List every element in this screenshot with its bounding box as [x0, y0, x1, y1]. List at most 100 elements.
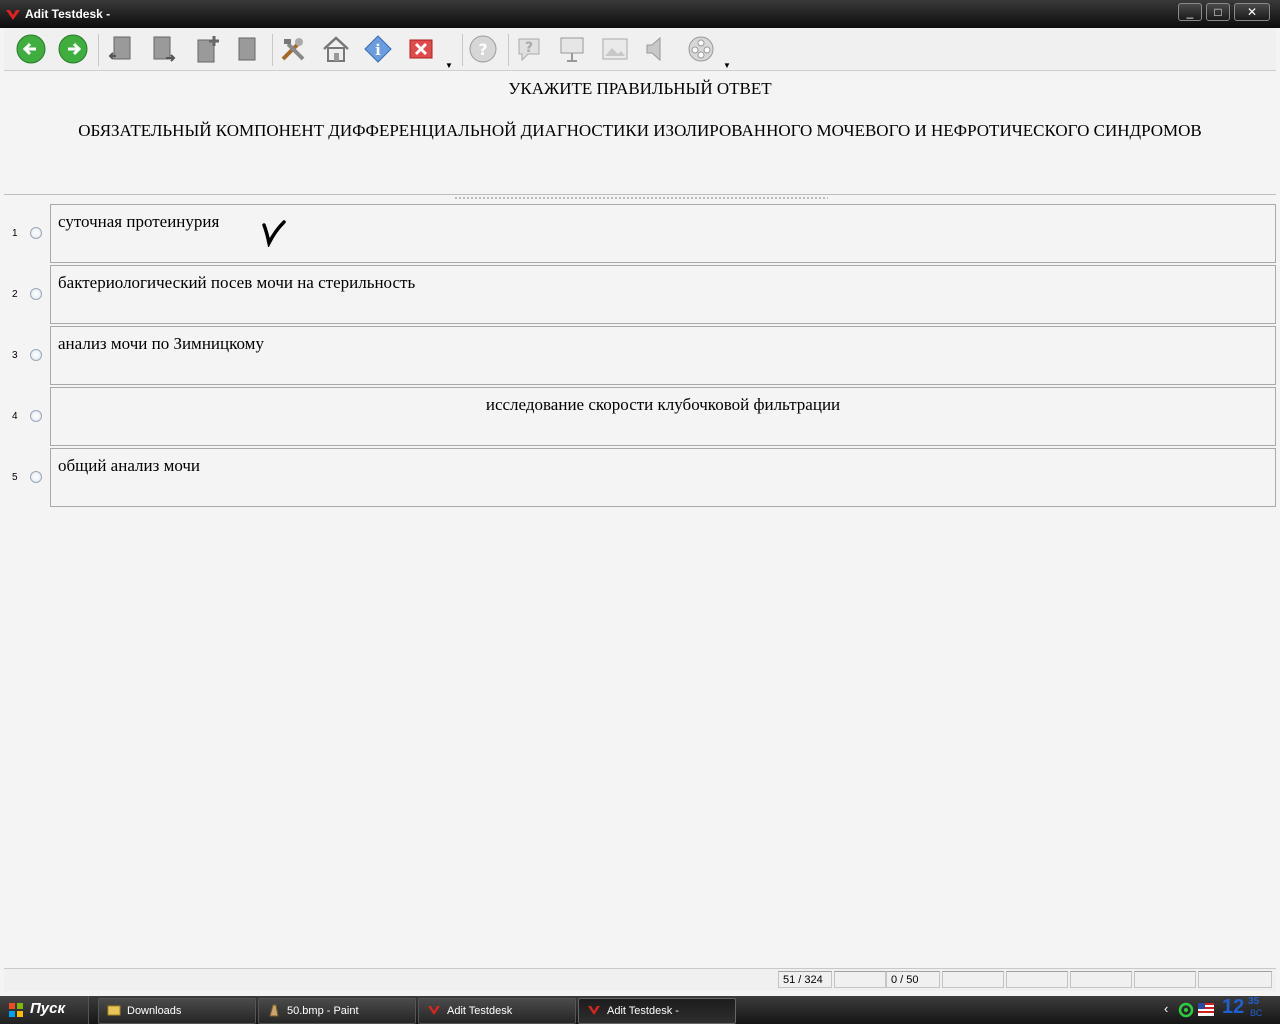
- answer-radio[interactable]: [30, 227, 42, 239]
- status-bar: 51 / 324 0 / 50: [4, 968, 1276, 991]
- book-forward-button[interactable]: [146, 32, 180, 66]
- question-pane: УКАЖИТЕ ПРАВИЛЬНЫЙ ОТВЕТ ОБЯЗАТЕЛЬНЫЙ КО…: [4, 71, 1276, 195]
- title-bar[interactable]: Adit Testdesk - _ □ ✕: [0, 0, 1280, 28]
- svg-text:i: i: [375, 41, 381, 59]
- answer-radio[interactable]: [30, 349, 42, 361]
- answer-text: бактериологический посев мочи на стериль…: [58, 273, 416, 292]
- chevron-left-icon[interactable]: ‹: [1164, 1001, 1168, 1016]
- answer-radio[interactable]: [30, 410, 42, 422]
- dropdown-arrow-icon[interactable]: ▼: [723, 61, 731, 70]
- status-cell-empty: [1198, 971, 1272, 988]
- image-button[interactable]: [598, 32, 632, 66]
- score-counter: 0 / 50: [886, 971, 940, 988]
- question-instruction: УКАЖИТЕ ПРАВИЛЬНЫЙ ОТВЕТ: [508, 79, 772, 98]
- answer-number: 3: [12, 350, 18, 361]
- network-status-icon[interactable]: [1178, 1002, 1194, 1018]
- help-icon: ?: [469, 35, 497, 63]
- task-label: Adit Testdesk: [447, 1005, 513, 1017]
- book-icon: [238, 37, 256, 61]
- answer-text: исследование скорости клубочковой фильтр…: [485, 395, 841, 414]
- hint-button[interactable]: ?: [512, 32, 546, 66]
- book-forward-icon: [153, 36, 176, 62]
- answer-number: 5: [12, 472, 18, 483]
- presentation-button[interactable]: [555, 32, 589, 66]
- status-cell-empty: [1006, 971, 1068, 988]
- exit-button[interactable]: [404, 32, 438, 66]
- clock-hour: 12: [1222, 996, 1245, 1018]
- video-icon: [688, 36, 714, 62]
- answer-box[interactable]: анализ мочи по Зимницкому: [50, 326, 1276, 385]
- app-window: Adit Testdesk - _ □ ✕ i ▼ ? ? ▼ УКАЖИТЕ …: [0, 0, 1280, 996]
- folder-icon: [107, 1005, 121, 1016]
- answer-text: общий анализ мочи: [58, 456, 201, 475]
- paint-icon: [269, 1004, 279, 1017]
- image-icon: [602, 38, 628, 60]
- taskbar: Пуск Downloads 50.bmp - Paint Adit Testd…: [0, 996, 1280, 1024]
- sound-button[interactable]: [640, 32, 674, 66]
- answer-number: 1: [12, 228, 18, 239]
- close-red-icon: [409, 39, 433, 59]
- task-label: 50.bmp - Paint: [287, 1005, 359, 1017]
- back-button[interactable]: [14, 32, 48, 66]
- sound-icon: [646, 36, 661, 62]
- answer-option-4[interactable]: 4 исследование скорости клубочковой филь…: [4, 387, 1276, 446]
- start-button[interactable]: Пуск: [0, 996, 89, 1024]
- status-cell-empty: [942, 971, 1004, 988]
- task-testdesk[interactable]: Adit Testdesk: [418, 998, 576, 1024]
- book-add-icon: [197, 36, 219, 63]
- answer-radio[interactable]: [30, 471, 42, 483]
- answer-text: суточная протеинурия: [58, 212, 220, 231]
- book-back-icon: [108, 36, 131, 60]
- tools-button[interactable]: [276, 32, 310, 66]
- answer-number: 4: [12, 411, 18, 422]
- svg-text:?: ?: [525, 40, 533, 56]
- maximize-button[interactable]: □: [1206, 3, 1230, 21]
- info-button[interactable]: i: [361, 32, 395, 66]
- forward-button[interactable]: [56, 32, 90, 66]
- start-label: Пуск: [30, 1000, 66, 1017]
- presentation-icon: [560, 37, 584, 62]
- answer-option-1[interactable]: 1 суточная протеинурия: [4, 204, 1276, 263]
- answer-text: анализ мочи по Зимницкому: [58, 334, 264, 353]
- answer-box[interactable]: исследование скорости клубочковой фильтр…: [50, 387, 1276, 446]
- language-flag-icon[interactable]: [1198, 1003, 1214, 1016]
- clock-minute: 35: [1248, 996, 1260, 1007]
- answer-radio[interactable]: [30, 288, 42, 300]
- home-button[interactable]: [319, 32, 353, 66]
- answer-option-5[interactable]: 5 общий анализ мочи: [4, 448, 1276, 507]
- task-testdesk-active[interactable]: Adit Testdesk -: [578, 998, 736, 1024]
- task-downloads[interactable]: Downloads: [98, 998, 256, 1024]
- book-back-button[interactable]: [104, 32, 138, 66]
- minimize-button[interactable]: _: [1178, 3, 1202, 21]
- status-cell-empty: [834, 971, 886, 988]
- status-cell-empty: [1070, 971, 1132, 988]
- testdesk-logo-icon: [6, 10, 20, 20]
- book-add-button[interactable]: [190, 32, 224, 66]
- status-cell-empty: [1134, 971, 1196, 988]
- back-arrow-icon: [16, 34, 46, 64]
- help-button[interactable]: ?: [466, 32, 500, 66]
- book-button[interactable]: [230, 32, 264, 66]
- video-button[interactable]: [684, 32, 718, 66]
- task-paint[interactable]: 50.bmp - Paint: [258, 998, 416, 1024]
- dropdown-arrow-icon[interactable]: ▼: [445, 61, 453, 70]
- pane-splitter[interactable]: [454, 196, 828, 201]
- answer-number: 2: [12, 289, 18, 300]
- answer-option-2[interactable]: 2 бактериологический посев мочи на стери…: [4, 265, 1276, 324]
- home-icon: [323, 36, 349, 62]
- info-icon: i: [364, 35, 392, 63]
- toolbar: i ▼ ? ? ▼: [4, 28, 1276, 71]
- tools-icon: [281, 38, 305, 61]
- window-title: Adit Testdesk -: [25, 7, 111, 21]
- question-text: ОБЯЗАТЕЛЬНЫЙ КОМПОНЕНТ ДИФФЕРЕНЦИАЛЬНОЙ …: [78, 121, 1202, 140]
- answer-option-3[interactable]: 3 анализ мочи по Зимницкому: [4, 326, 1276, 385]
- close-window-button[interactable]: ✕: [1234, 3, 1270, 21]
- windows-logo-icon: [9, 1003, 23, 1017]
- testdesk-logo-icon: [428, 1006, 440, 1015]
- answer-box[interactable]: суточная протеинурия: [50, 204, 1276, 263]
- task-label: Downloads: [127, 1005, 182, 1017]
- answer-box[interactable]: бактериологический посев мочи на стериль…: [50, 265, 1276, 324]
- clock-day: ВС: [1250, 1008, 1263, 1018]
- answer-box[interactable]: общий анализ мочи: [50, 448, 1276, 507]
- question-counter: 51 / 324: [778, 971, 832, 988]
